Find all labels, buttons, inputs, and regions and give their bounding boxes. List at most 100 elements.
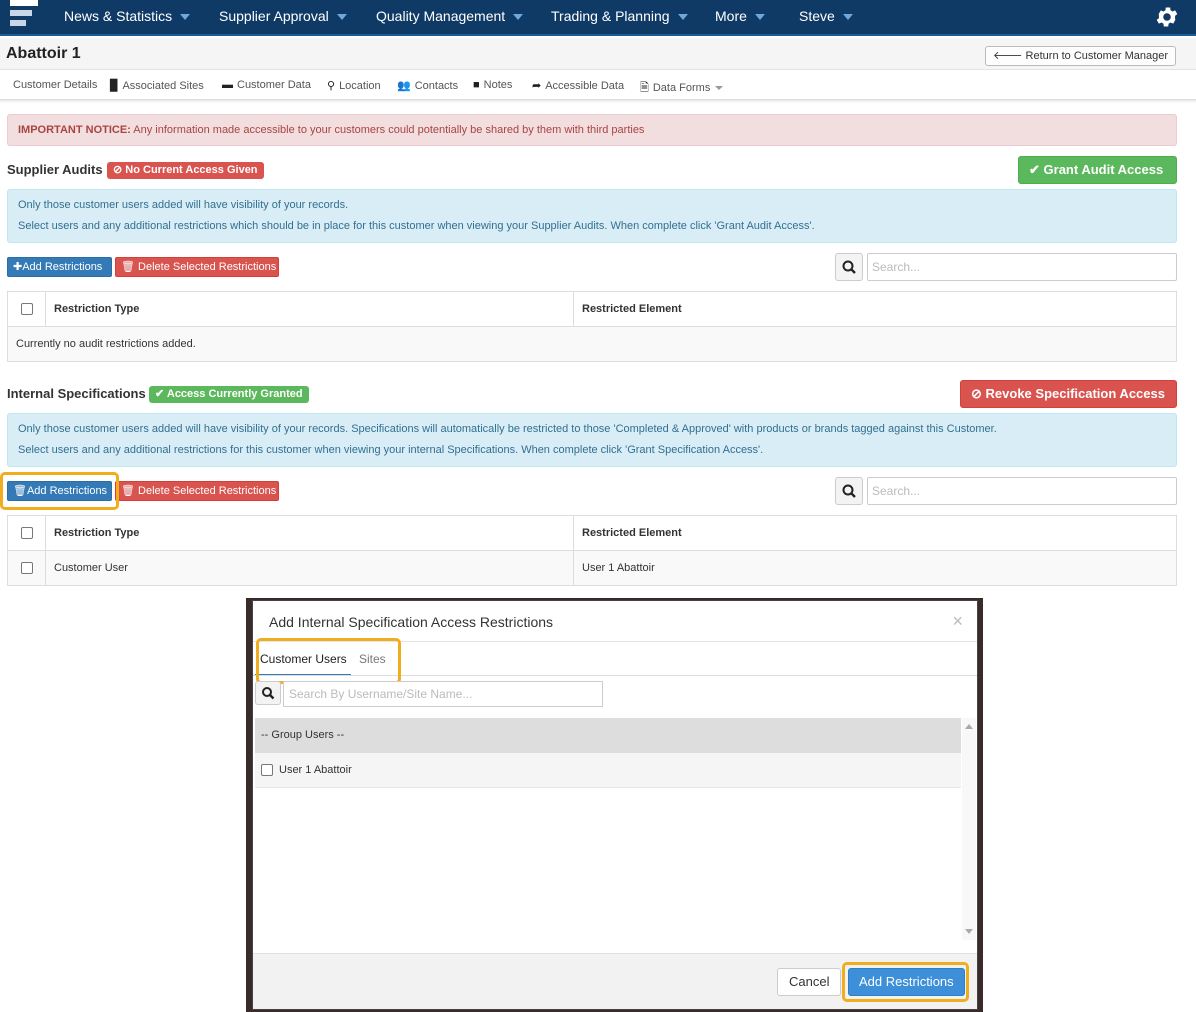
subnav-shadow — [0, 100, 1196, 103]
col-restriction-type[interactable]: Restriction Type — [45, 515, 574, 551]
subnav-customer-details[interactable]: Customer Details — [13, 79, 97, 91]
specs-search-input[interactable] — [867, 477, 1177, 505]
table-header: Restriction Type Restricted Element — [7, 515, 1177, 551]
tab-sites[interactable]: Sites — [359, 652, 386, 666]
modal-title: Add Internal Specification Access Restri… — [269, 614, 554, 630]
card-icon: ▬ — [222, 79, 233, 91]
tab-customer-users[interactable]: Customer Users — [260, 652, 347, 666]
subnav-location[interactable]: ⚲ Location — [327, 79, 381, 92]
trash-icon: 🗑 — [13, 485, 27, 497]
nav-supplier-approval[interactable]: Supplier Approval — [219, 0, 347, 34]
user-checkbox[interactable] — [261, 764, 273, 777]
col-restriction-type[interactable]: Restriction Type — [45, 291, 574, 327]
nav-more[interactable]: More — [715, 0, 765, 34]
table-row[interactable]: Customer User User 1 Abattoir — [7, 550, 1177, 586]
chevron-down-icon — [842, 14, 853, 21]
no-access-badge: ⊘ No Current Access Given — [107, 162, 264, 179]
add-restrictions-submit-button[interactable]: Add Restrictions — [848, 968, 965, 996]
ban-icon: ⊘ — [113, 164, 123, 176]
select-all-cell — [7, 515, 46, 551]
audits-search — [835, 253, 1177, 281]
trash-icon: 🗑 — [121, 485, 135, 497]
nav-quality-management[interactable]: Quality Management — [376, 0, 524, 34]
select-all-checkbox[interactable] — [20, 527, 33, 540]
specs-search — [835, 477, 1177, 505]
specs-info-line-2: Select users and any additional restrict… — [18, 444, 764, 456]
row-select-cell — [7, 550, 46, 586]
col-restricted-element[interactable]: Restricted Element — [573, 515, 1177, 551]
specs-info-box: Only those customer users added will hav… — [7, 413, 1177, 467]
user-list: -- Group Users -- User 1 Abattoir — [255, 718, 961, 940]
audits-info-line-1: Only those customer users added will hav… — [18, 199, 349, 211]
internal-specifications-title: Internal Specifications — [7, 386, 146, 401]
return-to-customer-manager-button[interactable]: 🡐 Return to Customer Manager — [984, 46, 1176, 66]
ban-icon: ⊘ — [971, 386, 982, 401]
divider — [253, 675, 977, 676]
search-button[interactable] — [835, 253, 863, 281]
restriction-type-cell: Customer User — [45, 550, 574, 586]
delete-spec-restrictions-button[interactable]: 🗑 Delete Selected Restrictions — [115, 481, 279, 501]
scroll-down-icon[interactable] — [965, 929, 973, 934]
search-button[interactable] — [255, 681, 281, 705]
chevron-down-icon — [754, 14, 765, 21]
share-icon: ➦ — [532, 80, 542, 92]
modal-footer: Cancel Add Restrictions — [253, 953, 977, 1009]
row-checkbox[interactable] — [20, 562, 33, 575]
user-site-search-input[interactable] — [283, 681, 603, 707]
search-icon — [842, 484, 856, 498]
cancel-button[interactable]: Cancel — [777, 968, 842, 996]
building-icon: ▉ — [110, 80, 119, 92]
search-button[interactable] — [835, 477, 863, 505]
caret-down-icon — [715, 86, 724, 91]
trash-icon: 🗑 — [121, 261, 135, 273]
subnav-notes[interactable]: ■ Notes — [473, 79, 512, 91]
table-header: Restriction Type Restricted Element — [7, 291, 1177, 327]
close-icon[interactable]: × — [952, 611, 963, 632]
add-audit-restrictions-button[interactable]: ✚Add Restrictions — [7, 257, 112, 277]
spec-restrictions-table: Restriction Type Restricted Element Cust… — [7, 515, 1177, 586]
notice-text: Any information made accessible to your … — [130, 124, 645, 136]
chevron-down-icon — [336, 14, 347, 21]
add-spec-restrictions-button[interactable]: 🗑Add Restrictions — [7, 481, 112, 501]
list-scrollbar[interactable] — [962, 718, 976, 940]
note-icon: ■ — [473, 79, 480, 91]
revoke-specification-access-button[interactable]: ⊘ Revoke Specification Access — [960, 380, 1177, 408]
user-name: User 1 Abattoir — [279, 764, 352, 776]
restricted-element-cell: User 1 Abattoir — [573, 550, 1177, 586]
top-navbar: News & Statistics Supplier Approval Qual… — [0, 0, 1196, 36]
customer-subnav: Customer Details ▉ Associated Sites ▬ Cust… — [0, 72, 1196, 100]
check-icon: ✔ — [1029, 162, 1040, 177]
subnav-customer-data[interactable]: ▬ Customer Data — [222, 79, 311, 91]
chevron-down-icon — [180, 14, 191, 21]
important-notice: IMPORTANT NOTICE: Any information made a… — [7, 114, 1177, 146]
search-icon — [842, 260, 856, 274]
search-icon — [262, 687, 275, 700]
subnav-data-forms[interactable]: 🗎 Data Forms — [640, 79, 724, 98]
list-item[interactable]: User 1 Abattoir — [255, 753, 961, 788]
page-title: Abattoir 1 — [6, 45, 81, 62]
nav-news-statistics[interactable]: News & Statistics — [64, 0, 191, 34]
users-icon: 👥 — [397, 80, 411, 92]
audits-info-box: Only those customer users added will hav… — [7, 189, 1177, 243]
col-restricted-element[interactable]: Restricted Element — [573, 291, 1177, 327]
map-marker-icon: ⚲ — [327, 80, 336, 92]
delete-audit-restrictions-button[interactable]: 🗑 Delete Selected Restrictions — [115, 257, 279, 277]
arrow-left-icon: 🡐 — [992, 50, 1023, 62]
audit-restrictions-table: Restriction Type Restricted Element Curr… — [7, 291, 1177, 362]
nav-trading-planning[interactable]: Trading & Planning — [551, 0, 688, 34]
divider — [253, 641, 977, 642]
gear-icon[interactable] — [1154, 4, 1180, 30]
subnav-contacts[interactable]: 👥 Contacts — [397, 79, 458, 92]
add-restrictions-modal: Add Internal Specification Access Restri… — [252, 600, 978, 1010]
select-all-checkbox[interactable] — [20, 303, 33, 316]
plus-icon: ✚ — [13, 261, 23, 273]
scroll-up-icon[interactable] — [965, 724, 973, 729]
subnav-associated-sites[interactable]: ▉ Associated Sites — [110, 79, 204, 92]
chevron-down-icon — [513, 14, 524, 21]
grant-audit-access-button[interactable]: ✔ Grant Audit Access — [1018, 156, 1177, 184]
subnav-accessible-data[interactable]: ➦ Accessible Data — [532, 79, 624, 92]
chevron-down-icon — [677, 14, 688, 21]
audits-search-input[interactable] — [867, 253, 1177, 281]
nav-user-menu[interactable]: Steve — [799, 0, 853, 34]
app-logo[interactable] — [10, 0, 38, 30]
